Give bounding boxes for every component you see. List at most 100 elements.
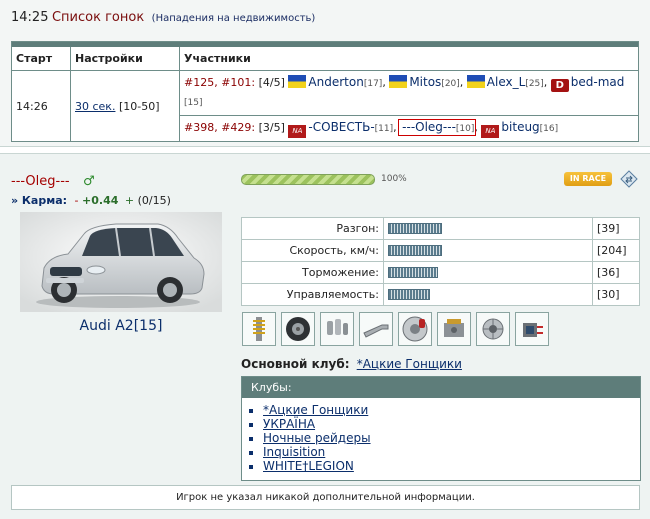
race-list-header: 14:25 Список гонок (Нападения на недвижи… [11, 10, 315, 25]
stat-value: [39] [592, 217, 640, 240]
stat-bar-fill [388, 223, 442, 234]
participant-link[interactable]: ---Oleg--- [402, 120, 456, 134]
race-list-subtitle: (Нападения на недвижимость) [151, 13, 316, 24]
race-start-time: 14:26 [11, 70, 71, 142]
player-info-box: Игрок не указал никакой дополнительной и… [11, 485, 640, 510]
swap-icon[interactable] [620, 170, 638, 188]
clubs-header: Клубы: [242, 377, 640, 398]
club-link[interactable]: Inquisition [263, 445, 325, 459]
ukraine-flag-icon [466, 75, 485, 88]
stat-bar-fill [388, 267, 438, 278]
race-table: Старт Настройки Участники 14:26 30 сек. … [11, 41, 639, 142]
column-header-start: Старт [11, 47, 71, 71]
participant-link[interactable]: Alex_L [487, 75, 526, 89]
participants-group-2: #398, #429: [3/5] NA -СОВЕСТЬ-[11], ---Ol… [179, 115, 639, 142]
stat-bar [388, 289, 588, 300]
stat-bar [388, 245, 588, 256]
pedals-icon[interactable] [320, 312, 354, 346]
race-ids: #398, #429: [184, 121, 256, 134]
clubs-box: Клубы: *Ацкие Гонщики УКРАЇНА Ночные рей… [241, 376, 641, 481]
club-na-badge-icon: NA [481, 125, 500, 138]
participant-level: [11] [374, 124, 394, 134]
race-list-title: Список гонок [51, 10, 145, 25]
car-parts-row [242, 312, 549, 348]
participant-link[interactable]: biteug [501, 120, 539, 134]
exhaust-icon[interactable] [359, 312, 393, 346]
brake-disc-icon[interactable] [398, 312, 432, 346]
participant-level: [16] [539, 124, 559, 134]
stat-bar [388, 267, 588, 278]
main-club-label: Основной клуб: [241, 357, 350, 371]
list-item: *Ацкие Гонщики [263, 403, 640, 417]
club-na-badge-icon: NA [288, 125, 307, 138]
turbo-icon[interactable] [476, 312, 510, 346]
stat-bar-fill [388, 245, 442, 256]
table-row: Разгон: [39] [241, 217, 640, 240]
car-stats-table: Разгон: [39] Скорость, км/ч: [204] Тормо… [241, 217, 640, 306]
karma-label: » Карма: [11, 194, 68, 207]
club-link[interactable]: УКРАЇНА [263, 417, 315, 431]
participant-link[interactable]: bed-mad [571, 75, 625, 89]
stat-bar-cell [383, 239, 593, 262]
table-row: Управляемость: [30] [241, 283, 640, 306]
table-row: Торможение: [36] [241, 261, 640, 284]
race-list-panel: 14:25 Список гонок (Нападения на недвижи… [0, 0, 650, 147]
progress-bar [241, 174, 375, 185]
stat-value: [204] [592, 239, 640, 262]
stat-bar-cell [383, 261, 593, 284]
table-row: Скорость, км/ч: [204] [241, 239, 640, 262]
player-profile-panel: ---Oleg--- ♂ » Карма: - +0.44 + (0/15) A… [0, 153, 650, 519]
column-header-participants: Участники [179, 47, 639, 71]
club-link[interactable]: WHITE†LEGION [263, 459, 354, 473]
suspension-icon[interactable] [242, 312, 276, 346]
karma-count: (0/15) [137, 194, 171, 207]
karma-value: +0.44 [82, 194, 119, 207]
table-row: 14:26 30 сек. [10-50] #125, #101: [4/5] … [11, 70, 639, 142]
engine-icon[interactable] [437, 312, 471, 346]
ukraine-flag-icon [288, 75, 307, 88]
participant-link[interactable]: Mitos [409, 75, 441, 89]
karma-line: » Карма: - +0.44 + (0/15) [11, 194, 171, 207]
participant-level: [10] [455, 124, 475, 134]
male-icon: ♂ [83, 174, 95, 189]
stat-label: Торможение: [241, 261, 384, 284]
karma-minus-button[interactable]: - [75, 194, 79, 207]
race-setting-range: [10-50] [118, 99, 160, 113]
tire-icon[interactable] [281, 312, 315, 346]
race-ids: #125, #101: [184, 76, 256, 89]
in-race-badge: IN RACE [564, 172, 612, 186]
column-header-settings: Настройки [70, 47, 180, 71]
participant-level: [15] [184, 98, 203, 108]
karma-plus-button[interactable]: + [125, 194, 134, 207]
list-item: Inquisition [263, 445, 640, 459]
list-item: УКРАЇНА [263, 417, 640, 431]
stat-bar-cell [383, 283, 593, 306]
player-name: ---Oleg--- [11, 174, 70, 189]
participants-group-1: #125, #101: [4/5] Anderton[17], Mitos[20… [179, 70, 639, 116]
highlighted-participant: ---Oleg---[10] [398, 119, 477, 136]
ecu-icon[interactable] [515, 312, 549, 346]
main-club-line: Основной клуб: *Ацкие Гонщики [241, 357, 462, 371]
main-club-link[interactable]: *Ацкие Гонщики [357, 357, 462, 371]
stat-label: Скорость, км/ч: [241, 239, 384, 262]
participant-level: [20] [441, 79, 460, 89]
progress-percent: 100% [381, 174, 407, 184]
participant-link[interactable]: -СОВЕСТЬ- [308, 120, 374, 134]
race-list-time: 14:25 [11, 10, 49, 25]
club-link[interactable]: Ночные рейдеры [263, 431, 371, 445]
stat-bar [388, 223, 588, 234]
table-header-row: Старт Настройки Участники [11, 47, 639, 71]
car-image[interactable] [20, 212, 222, 312]
race-count: [4/5] [258, 76, 285, 89]
race-count: [3/5] [258, 121, 285, 134]
race-settings-cell: 30 сек. [10-50] [70, 70, 180, 142]
list-item: WHITE†LEGION [263, 459, 640, 473]
club-link[interactable]: *Ацкие Гонщики [263, 403, 368, 417]
participant-level: [25] [525, 79, 544, 89]
stat-label: Управляемость: [241, 283, 384, 306]
car-name: Audi A2[15] [79, 318, 163, 334]
stat-label: Разгон: [241, 217, 384, 240]
participant-link[interactable]: Anderton [308, 75, 363, 89]
list-item: Ночные рейдеры [263, 431, 640, 445]
race-setting-link[interactable]: 30 сек. [75, 100, 115, 113]
